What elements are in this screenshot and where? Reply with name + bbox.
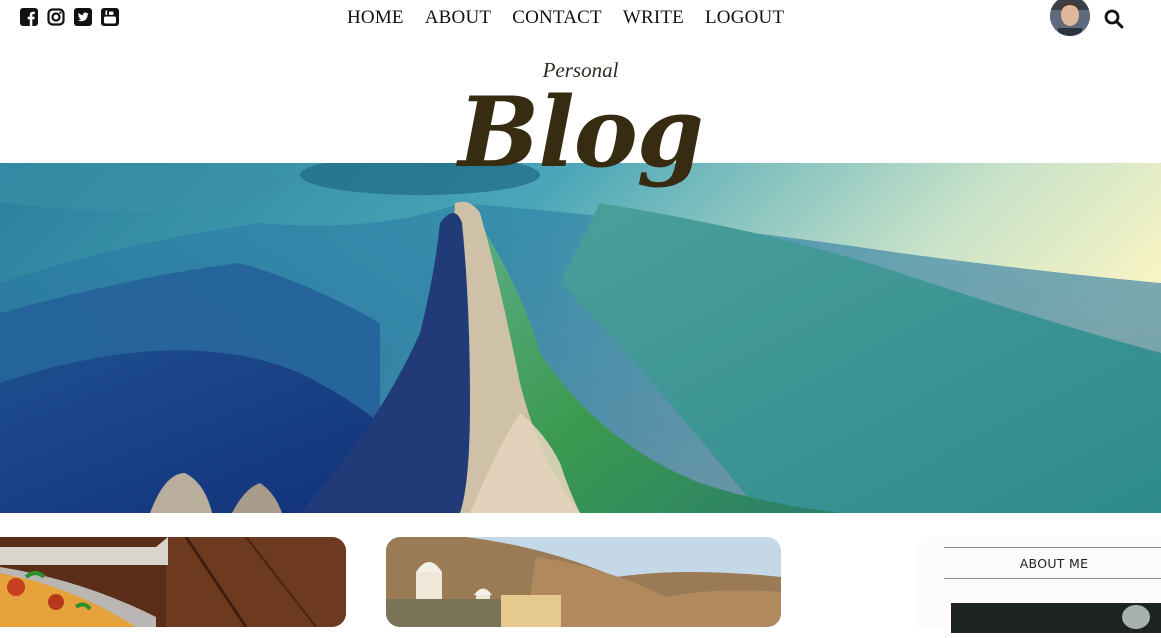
nav-about[interactable]: ABOUT xyxy=(425,7,491,29)
main-nav: HOME ABOUT CONTACT WRITE LOGOUT xyxy=(347,7,805,29)
post-card-image[interactable] xyxy=(0,537,346,627)
facebook-square-icon[interactable] xyxy=(20,8,38,26)
about-me-heading: ABOUT ME xyxy=(944,547,1161,579)
top-bar: HOME ABOUT CONTACT WRITE LOGOUT xyxy=(0,0,1161,38)
instagram-icon[interactable] xyxy=(47,8,65,26)
nav-home[interactable]: HOME xyxy=(347,7,404,29)
nav-write[interactable]: WRITE xyxy=(623,7,684,29)
post-card-image[interactable] xyxy=(386,537,781,627)
twitter-square-icon[interactable] xyxy=(74,8,92,26)
nav-logout[interactable]: LOGOUT xyxy=(705,7,784,29)
avatar[interactable] xyxy=(1050,0,1090,36)
search-icon[interactable] xyxy=(1104,9,1124,29)
sidebar: ABOUT ME xyxy=(918,537,1161,633)
about-me-image xyxy=(951,603,1161,633)
hero-image xyxy=(0,163,1161,513)
site-title: Blog xyxy=(458,76,704,189)
nav-contact[interactable]: CONTACT xyxy=(512,7,602,29)
youtube-square-icon[interactable] xyxy=(101,8,119,26)
social-links xyxy=(20,8,119,26)
